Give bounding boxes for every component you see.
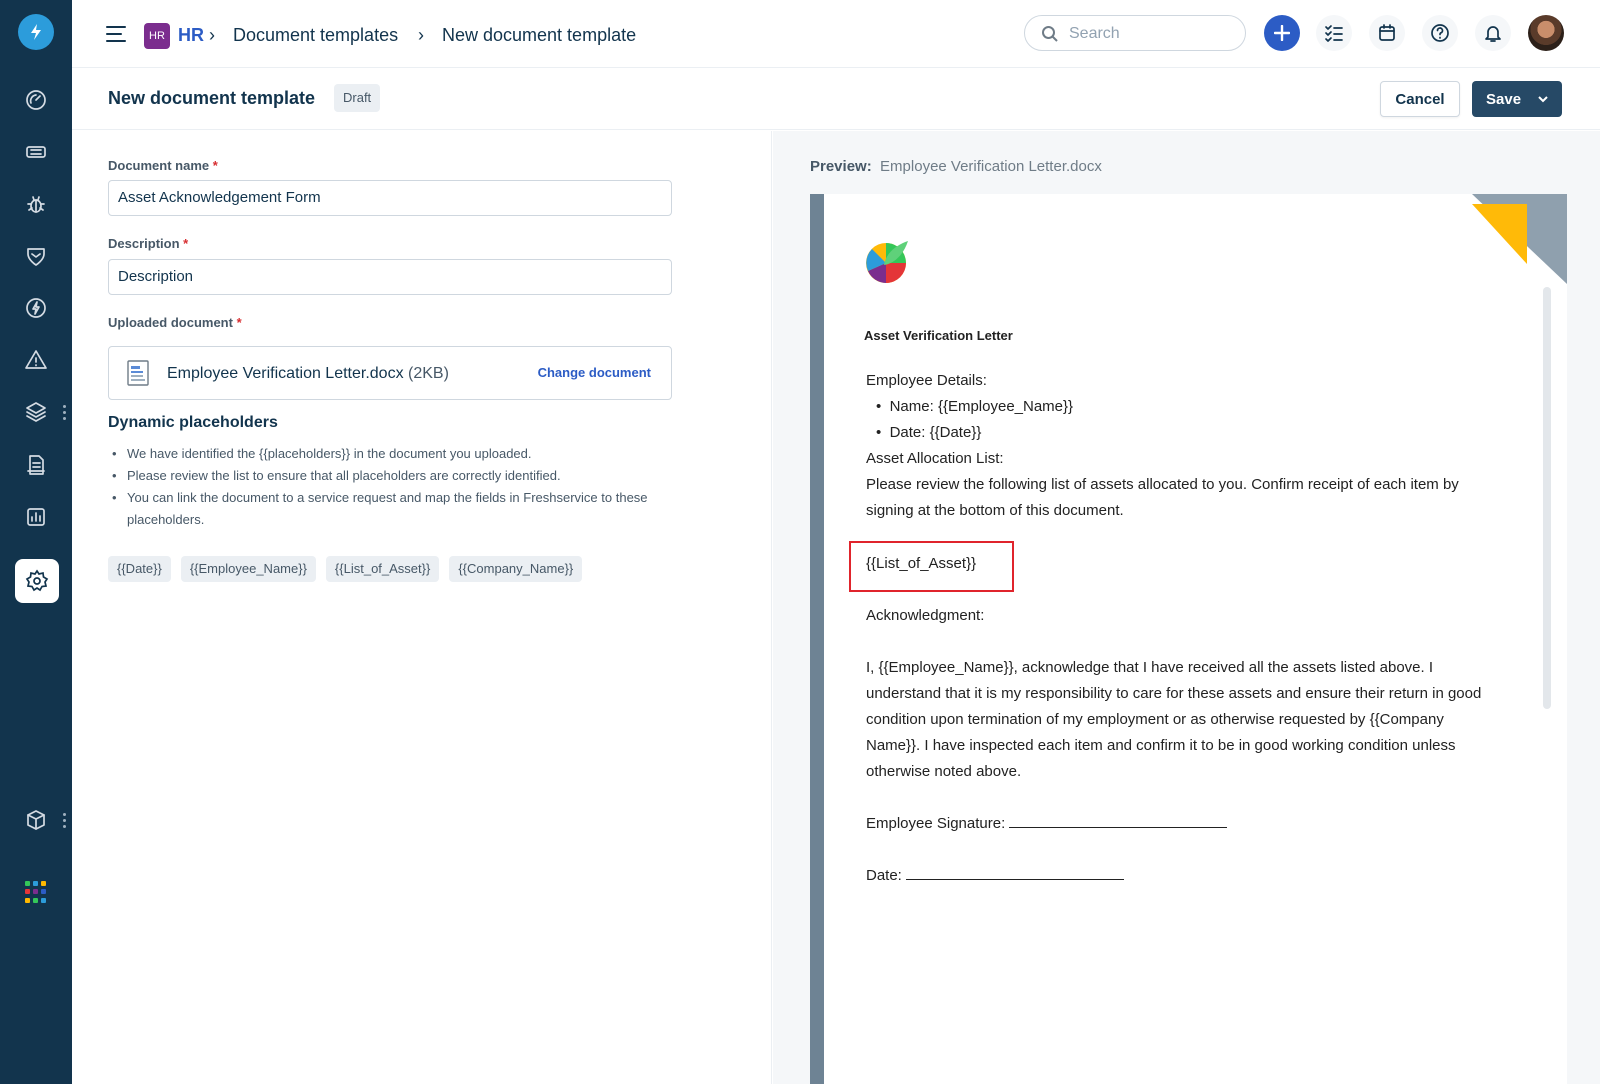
preview-filename: Employee Verification Letter.docx [880,158,1102,175]
page-title: New document template [108,88,316,108]
dynamic-placeholders-title: Dynamic placeholders [108,414,278,431]
reports-icon[interactable] [22,503,50,531]
uploaded-file-size: (2KB) [408,365,449,382]
search-input[interactable]: Search [1024,15,1246,51]
doc-name-line: • Name: {{Employee_Name}} [876,398,1074,415]
placeholder-chip-date[interactable]: {{Date}} [108,556,171,582]
doc-ack-para: I, {{Employee_Name}}, acknowledge that I… [866,659,1434,676]
more-dots-icon[interactable] [63,813,67,831]
cancel-button[interactable]: Cancel [1380,81,1460,117]
description-label: Description * [108,236,189,251]
search-icon [1042,26,1058,42]
lightning-icon[interactable] [22,294,50,322]
top-bar: HR HR › Document templates › New documen… [72,0,1600,68]
bug-icon[interactable] [22,190,50,218]
list-item: Please review the list to ensure that al… [108,465,708,487]
page-header: New document template Draft Cancel Save [72,68,1600,130]
status-badge: Draft [334,84,381,112]
list-item: You can link the document to a service r… [108,487,708,531]
document-name-label: Document name * [108,158,218,173]
placeholder-chip-list-of-asset[interactable]: {{List_of_Asset}} [325,556,440,582]
doc-title: Asset Verification Letter [864,328,1013,343]
preview-label: Preview: Employee Verification Letter.do… [810,158,1102,175]
breadcrumb-current: New document template [442,25,637,45]
preview-panel: Preview: Employee Verification Letter.do… [773,131,1600,1084]
freshservice-logo[interactable] [18,14,54,50]
document-preview[interactable]: Asset Verification Letter Employee Detai… [810,194,1567,1084]
uploaded-document-card: Employee Verification Letter.docx (2KB) … [108,346,672,400]
dashboard-icon[interactable] [22,86,50,114]
doc-details-heading: Employee Details: [866,372,987,389]
date-underline [906,879,1125,880]
doc-ack-para: condition upon termination of my employm… [866,711,1444,728]
document-icon[interactable] [22,451,50,479]
apps-grid-icon[interactable] [25,881,47,903]
chevron-down-icon[interactable] [1538,94,1548,104]
preview-scrollbar[interactable] [1543,287,1551,709]
template-form: Document name * Asset Acknowledgement Fo… [72,131,772,1084]
help-icon[interactable] [1422,15,1458,51]
placeholder-chips: {{Date}} {{Employee_Name}} {{List_of_Ass… [108,556,583,582]
list-item: We have identified the {{placeholders}} … [108,443,708,465]
doc-allocation-para: Please review the following list of asse… [866,476,1459,493]
tasks-icon[interactable] [1316,15,1352,51]
left-rail [0,0,72,1084]
description-field[interactable]: Description [108,259,672,295]
calendar-icon[interactable] [1369,15,1405,51]
plus-icon[interactable] [1264,15,1300,51]
required-marker: * [236,315,242,330]
doc-ack-para: Name}}. I have inspected each item and c… [866,737,1456,754]
change-document-link[interactable]: Change document [538,365,651,380]
placeholder-chip-employee-name[interactable]: {{Employee_Name}} [180,556,316,582]
uploaded-file-name: Employee Verification Letter.docx (2KB) [167,365,449,382]
bell-icon[interactable] [1475,15,1511,51]
menu-icon[interactable] [106,26,126,42]
chevron-right-icon: › [209,25,215,45]
layers-icon[interactable] [22,398,50,426]
doc-list-placeholder: {{List_of_Asset}} [866,555,977,572]
shield-icon[interactable] [22,242,50,270]
box-icon[interactable] [22,806,50,834]
breadcrumb-document-templates[interactable]: Document templates [233,22,398,48]
signature-underline [1009,827,1228,828]
placeholder-chip-company-name[interactable]: {{Company_Name}} [449,556,583,582]
doc-date-line: • Date: {{Date}} [876,424,982,441]
hr-badge: HR [144,23,170,49]
doc-ack-para: understand that it is my responsibility … [866,685,1482,702]
document-name-field[interactable]: Asset Acknowledgement Form [108,180,672,216]
corner-decoration [1472,194,1567,284]
freshworks-logo [866,241,908,283]
file-icon [127,360,149,386]
placeholders-info-list: We have identified the {{placeholders}} … [108,443,708,531]
doc-allocation-para: signing at the bottom of this document. [866,502,1124,519]
avatar[interactable] [1528,15,1564,51]
more-dots-icon[interactable] [63,405,67,423]
save-label: Save [1486,90,1522,108]
doc-date-sign-line: Date: [866,867,1125,884]
breadcrumb-hr[interactable]: HR [178,22,204,48]
required-marker: * [212,158,218,173]
doc-ack-heading: Acknowledgment: [866,607,985,624]
save-button[interactable]: Save [1472,81,1562,117]
ticket-icon[interactable] [22,138,50,166]
alert-icon[interactable] [22,346,50,374]
doc-ack-para: otherwise noted above. [866,763,1022,780]
settings-icon[interactable] [15,559,59,603]
app: HR HR › Document templates › New documen… [0,0,1600,1084]
required-marker: * [183,236,189,251]
doc-allocation-heading: Asset Allocation List: [866,450,1004,467]
search-placeholder: Search [1069,25,1120,42]
doc-signature-line: Employee Signature: [866,815,1228,832]
chevron-right-icon: › [418,25,424,45]
uploaded-document-label: Uploaded document * [108,315,242,330]
